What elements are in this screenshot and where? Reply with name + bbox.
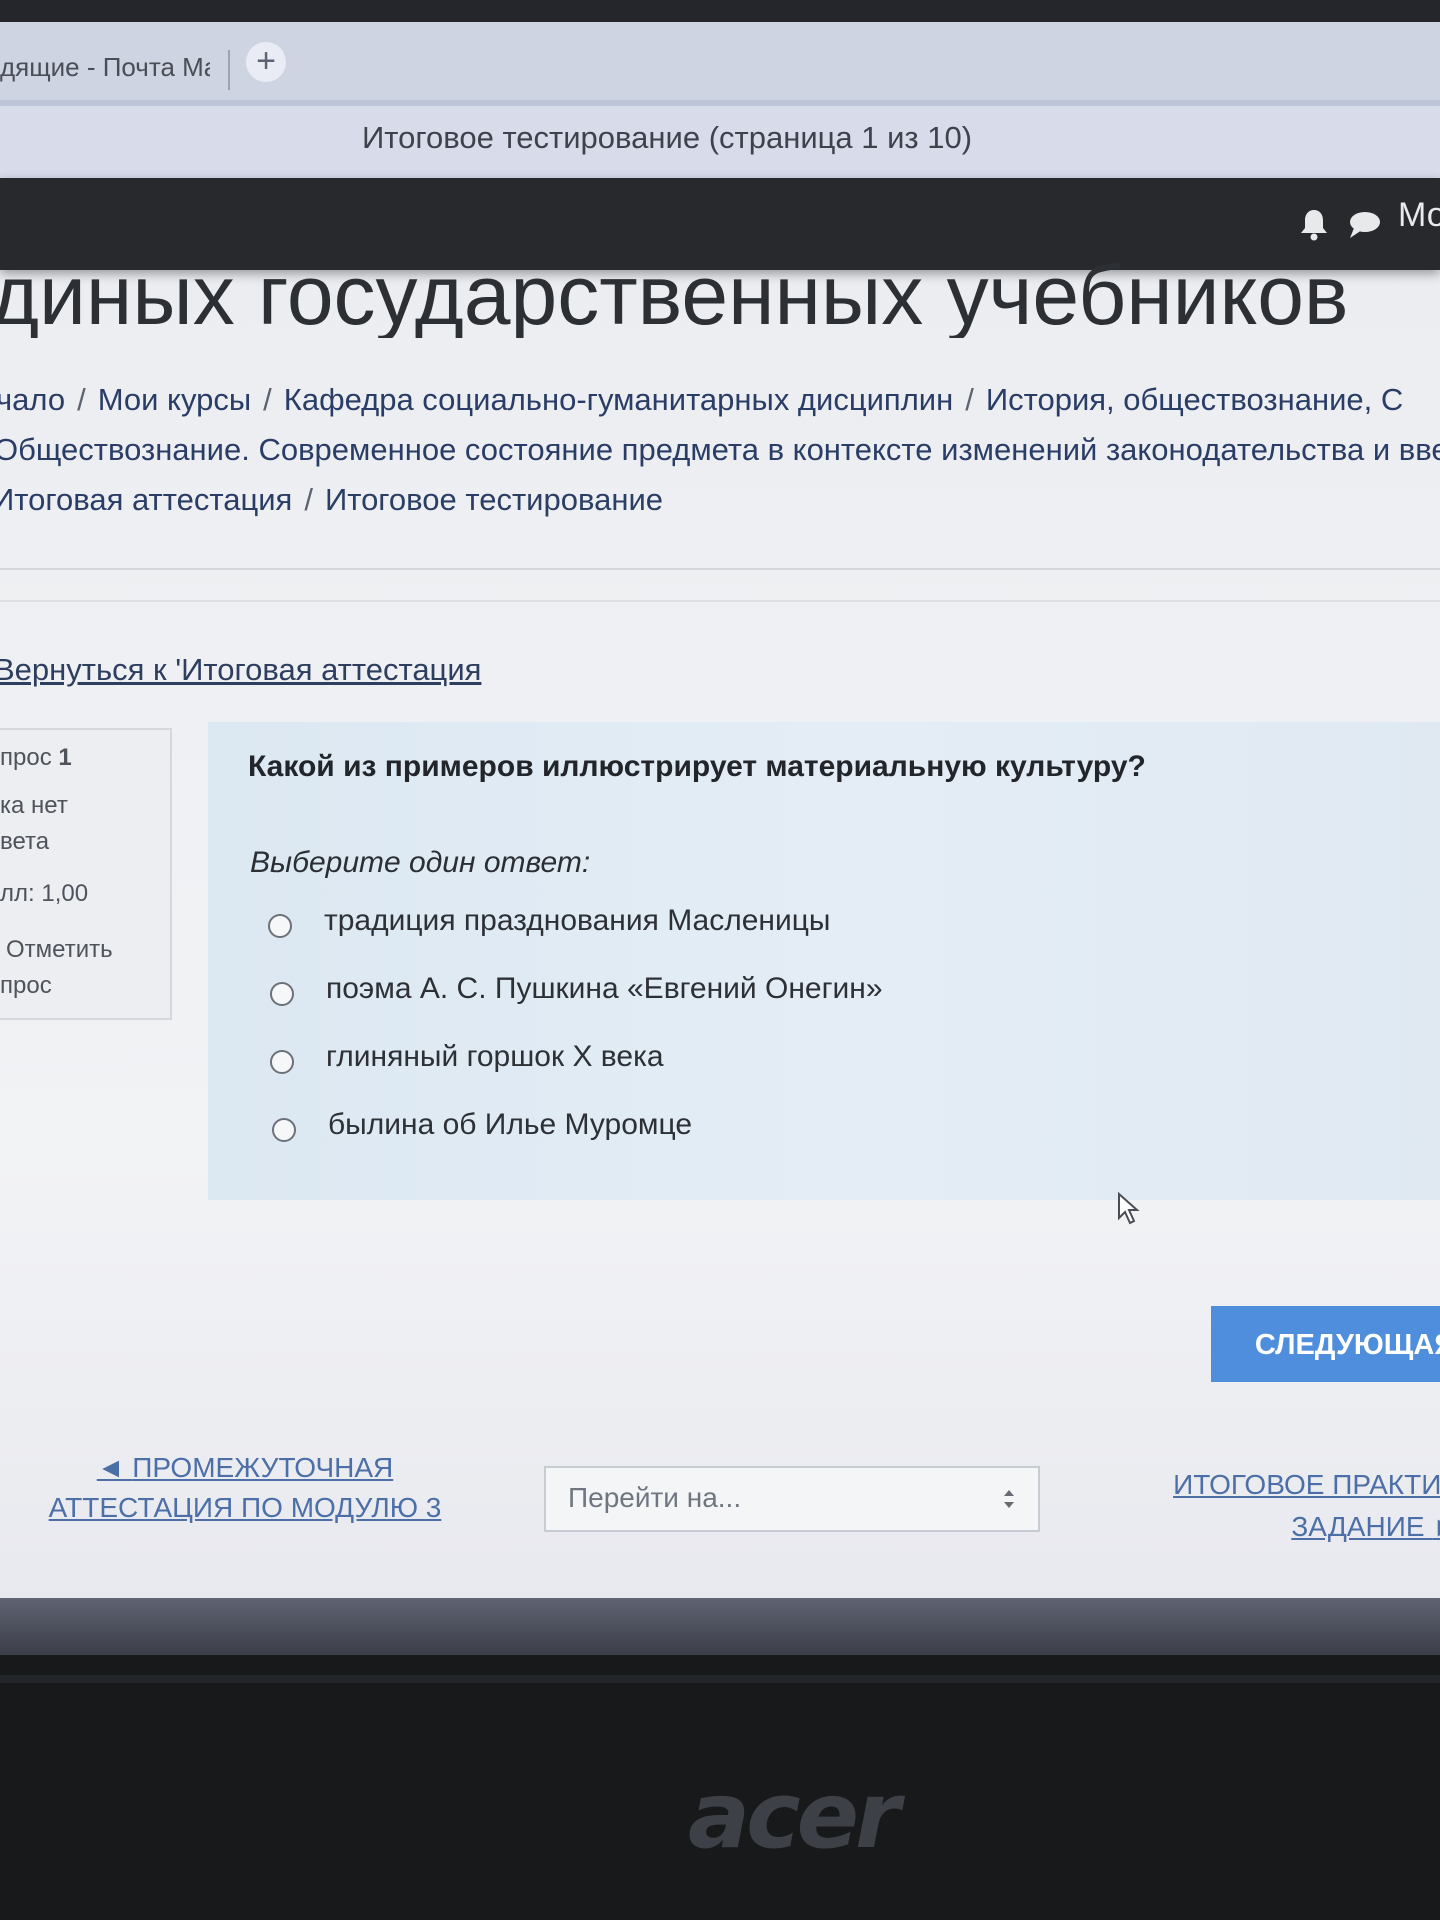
breadcrumb-line-2: Обществознание. Современное состояние пр… — [0, 432, 1440, 468]
mouse-cursor-icon — [1118, 1192, 1140, 1225]
answer-option-label[interactable]: глиняный горшок X века — [326, 1040, 664, 1074]
page-heading: диных государственных учебников — [0, 232, 1440, 338]
laptop-bezel-edge — [0, 1675, 1440, 1683]
breadcrumb-item-final-attestation[interactable]: Итоговая аттестация — [0, 482, 292, 517]
breadcrumb-line-1: чало / Мои курсы / Кафедра социально-гуманит… — [0, 382, 1403, 418]
next-page-button[interactable]: СЛЕДУЮЩАЯ — [1211, 1306, 1440, 1382]
browser-tab-strip: дящие - Почта Ma + — [0, 22, 1440, 100]
jump-to-select[interactable]: Перейти на... — [544, 1466, 1040, 1532]
breadcrumb-item-course[interactable]: История, обществознание, С — [986, 382, 1403, 417]
screen: дящие - Почта Ma + Итоговое тестирование… — [0, 0, 1440, 1655]
answer-option-label[interactable]: традиция празднования Масленицы — [324, 904, 830, 938]
radio-button[interactable] — [270, 982, 294, 1006]
previous-activity-link[interactable]: ◄ ПРОМЕЖУТОЧНАЯ АТТЕСТАЦИЯ ПО МОДУЛЮ 3 — [40, 1448, 450, 1528]
divider — [0, 568, 1440, 570]
breadcrumb-separator: / — [965, 382, 974, 417]
window-title-bar: Итоговое тестирование (страница 1 из 10) — [0, 100, 1440, 184]
next-activity-label-line-2[interactable]: ЗАДАНИЕ — [1291, 1511, 1424, 1542]
breadcrumb-item-current: Итоговое тестирование — [324, 482, 664, 517]
question-info-panel: прос 1 ка нет вета лл: 1,00 Отметить про… — [0, 728, 172, 1020]
next-activity-link[interactable]: ИТОГОВОЕ ПРАКТИЧ ЗАДАНИЕ ► — [1120, 1464, 1440, 1548]
breadcrumb-separator: / — [263, 382, 272, 417]
previous-activity-label-line-1[interactable]: ПРОМЕЖУТОЧНАЯ — [132, 1452, 393, 1483]
select-arrows-icon — [1004, 1490, 1014, 1508]
left-arrow-icon: ◄ — [96, 1452, 125, 1483]
question-number-value: 1 — [58, 744, 72, 771]
next-activity-label-line-1[interactable]: ИТОГОВОЕ ПРАКТИЧ — [1173, 1469, 1440, 1500]
question-number-label: прос — [0, 744, 52, 771]
question-content: Какой из примеров иллюстрирует материаль… — [208, 722, 1440, 1200]
page-footer — [0, 1598, 1440, 1655]
question-status-line-2: вета — [0, 828, 50, 855]
flag-question-link-line-2[interactable]: прос — [0, 972, 52, 1000]
top-edge — [0, 0, 1440, 22]
flag-question-link[interactable]: Отметить — [6, 936, 113, 964]
user-menu[interactable]: Мо — [1398, 196, 1440, 235]
radio-button[interactable] — [272, 1118, 296, 1142]
breadcrumb-item-my-courses[interactable]: Мои курсы — [98, 382, 251, 417]
divider — [0, 600, 1440, 602]
page-heading-text: диных государственных учебников — [0, 248, 1349, 338]
breadcrumb-item-course-full[interactable]: Обществознание. Современное состояние пр… — [0, 432, 1440, 467]
answer-option-label[interactable]: былина об Илье Муромце — [328, 1108, 692, 1142]
tab-divider — [228, 50, 230, 90]
new-tab-button[interactable]: + — [246, 42, 286, 82]
radio-button[interactable] — [268, 914, 292, 938]
answer-option-label[interactable]: поэма А. С. Пушкина «Евгений Онегин» — [326, 972, 883, 1006]
question-text: Какой из примеров иллюстрирует материаль… — [248, 750, 1146, 783]
breadcrumb-item-department[interactable]: Кафедра социально-гуманитарных дисциплин — [284, 382, 953, 417]
breadcrumb-line-3: Итоговая аттестация / Итоговое тестировани… — [0, 482, 663, 518]
radio-button[interactable] — [270, 1050, 294, 1074]
breadcrumb-separator: / — [304, 482, 313, 517]
answer-prompt: Выберите один ответ: — [250, 846, 591, 879]
question-number: прос 1 — [0, 744, 72, 772]
browser-tab[interactable]: дящие - Почта Ma — [0, 52, 210, 92]
breadcrumb-separator: / — [77, 382, 86, 417]
right-arrow-icon: ► — [1432, 1511, 1440, 1542]
jump-to-placeholder: Перейти на... — [568, 1482, 742, 1513]
breadcrumb-item-home[interactable]: чало — [0, 382, 65, 417]
question-points: лл: 1,00 — [0, 880, 89, 907]
back-to-attestation-link[interactable]: Вернуться к 'Итоговая аттестация — [0, 652, 481, 688]
previous-activity-label-line-2[interactable]: АТТЕСТАЦИЯ ПО МОДУЛЮ 3 — [49, 1492, 442, 1523]
window-title: Итоговое тестирование (страница 1 из 10) — [362, 120, 973, 155]
laptop-brand-logo: acer — [688, 1762, 900, 1869]
question-status-line-1: ка нет — [0, 792, 68, 819]
